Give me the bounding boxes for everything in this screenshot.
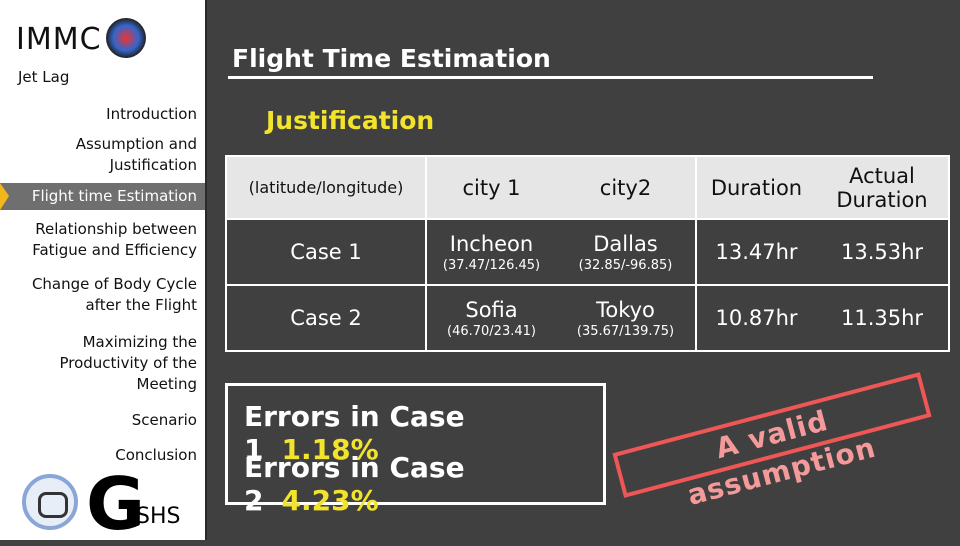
city2-cell: Dallas (32.85/-96.85) [556,218,697,286]
nav-fatigue[interactable]: Relationship between Fatigue and Efficie… [7,219,197,261]
city2-cell: Tokyo (35.67/139.75) [556,284,697,352]
sidebar: IMMC Jet Lag Introduction Assumption and… [0,0,207,540]
gshs-seal-logo [22,474,78,530]
nav-body-cycle[interactable]: Change of Body Cycle after the Flight [17,274,197,316]
error-case-2: Errors in Case 2 4.23% [244,451,603,517]
city-name: Incheon [449,231,534,256]
case-cell: Case 2 [225,284,427,352]
slide-title: Flight Time Estimation [232,44,551,73]
city-name: Dallas [593,231,658,256]
header-cell: Duration [696,155,816,220]
actual-duration-cell: 13.53hr [816,218,950,286]
nav-productivity[interactable]: Maximizing the Productivity of the Meeti… [32,332,197,395]
city-name: Sofia [465,297,518,322]
city-coord: (37.47/126.45) [442,257,541,273]
table-row: Case 1 Incheon (37.47/126.45) Dallas (32.8… [225,218,950,286]
header-cell: city 1 [426,155,556,220]
section-heading: Justification [266,106,435,135]
city-name: Tokyo [596,297,655,322]
city1-cell: Sofia (46.70/23.41) [426,284,556,352]
city-coord: (32.85/-96.85) [578,257,673,273]
immc-badge-icon [106,18,146,58]
header-cell: city2 [556,155,697,220]
header-cell: (latitude/longitude) [225,155,427,220]
error-value: 4.23% [281,484,379,517]
city-coord: (35.67/139.75) [576,323,675,339]
city-coord: (46.70/23.41) [447,323,536,339]
table-header-row: (latitude/longitude) city 1 city2 Durati… [225,155,950,220]
gshs-logo-shs: SHS [136,504,181,529]
city1-cell: Incheon (37.47/126.45) [426,218,556,286]
table-row: Case 2 Sofia (46.70/23.41) Tokyo (35.67/13… [225,284,950,352]
header-cell: Actual Duration [816,155,950,220]
nav-scenario[interactable]: Scenario [132,410,197,431]
nav-flight-time-estimation[interactable]: Flight time Estimation [0,183,205,210]
actual-duration-cell: 11.35hr [816,284,950,352]
errors-box: Errors in Case 1 1.18% Errors in Case 2 4.… [225,383,606,517]
title-underline [228,76,873,79]
immc-logo-text: IMMC [16,22,102,57]
case-cell: Case 1 [225,218,427,286]
duration-cell: 10.87hr [696,284,816,352]
presentation-subtitle: Jet Lag [18,68,70,86]
flight-table: (latitude/longitude) city 1 city2 Durati… [225,155,950,352]
nav-introduction[interactable]: Introduction [106,104,197,125]
nav-label: Flight time Estimation [31,187,197,205]
duration-cell: 13.47hr [696,218,816,286]
valid-assumption-stamp: A valid assumption [612,372,932,512]
active-marker-icon [0,183,9,210]
nav-assumption[interactable]: Assumption and Justification [47,134,197,176]
